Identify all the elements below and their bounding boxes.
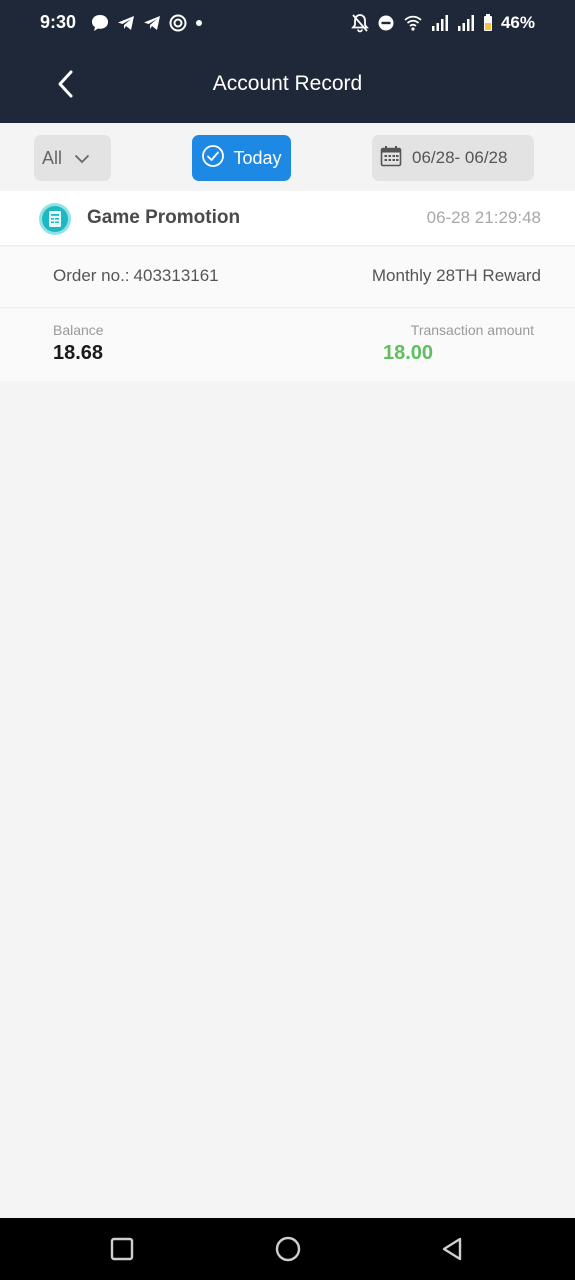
system-nav-bar [0, 1218, 575, 1280]
do-not-disturb-icon [377, 13, 395, 33]
chat-bubble-icon [90, 13, 110, 33]
status-bar: 9:30 46% [0, 0, 575, 48]
record-order-row: Order no.: 403313161 Monthly 28TH Reward [0, 247, 575, 308]
date-range-value: 06/28- 06/28 [412, 148, 508, 167]
transaction-amount-value: 18.00 [383, 342, 434, 364]
battery-percent: 46% [500, 13, 535, 32]
calendar-icon [380, 145, 402, 172]
record-amounts-row: Balance 18.68 Transaction amount 18.00 [0, 309, 575, 381]
page-title: Account Record [212, 72, 363, 95]
app-screen: 9:30 46% Account Record All Today 06/28-… [0, 0, 575, 1280]
promotion-receipt-icon [39, 203, 71, 240]
chevron-down-icon [74, 148, 90, 169]
type-filter-value: All [42, 147, 63, 168]
dot-icon [194, 13, 204, 33]
transaction-amount-label: Transaction amount [410, 322, 534, 338]
order-number-label: Order no.: [53, 266, 130, 285]
date-range-picker[interactable]: 06/28- 06/28 [372, 135, 534, 181]
record-datetime: 06-28 21:29:48 [426, 208, 541, 227]
filter-bar: All Today 06/28- 06/28 [0, 123, 575, 191]
order-description: Monthly 28TH Reward [371, 266, 541, 285]
wifi-icon [403, 13, 423, 33]
signal-icon [431, 13, 449, 33]
record-type: Game Promotion [87, 207, 241, 228]
record-card[interactable]: Game Promotion 06-28 21:29:48 Order no.:… [0, 191, 575, 381]
app-header: Account Record [0, 48, 575, 123]
status-time: 9:30 [40, 12, 77, 32]
balance-value: 18.68 [53, 342, 104, 364]
order-number: Order no.: 403313161 [53, 266, 219, 286]
signal-icon [457, 13, 475, 33]
home-circle-icon[interactable] [274, 1236, 302, 1267]
bell-off-icon [351, 13, 369, 33]
target-icon [168, 13, 188, 33]
system-icons: 46% [351, 13, 535, 33]
balance-label: Balance [53, 322, 104, 338]
record-header: Game Promotion 06-28 21:29:48 [0, 191, 575, 246]
top-bar: 9:30 46% Account Record [0, 0, 575, 123]
type-filter-dropdown[interactable]: All [34, 135, 111, 181]
today-filter-label: Today [233, 147, 282, 168]
today-filter-button[interactable]: Today [192, 135, 291, 181]
battery-icon [483, 13, 493, 33]
notification-icons [90, 13, 204, 33]
back-triangle-icon[interactable] [440, 1236, 464, 1267]
telegram-icon [142, 13, 162, 33]
telegram-icon [116, 13, 136, 33]
recents-square-icon[interactable] [110, 1236, 134, 1267]
check-circle-icon [201, 144, 225, 173]
order-number-value: 403313161 [133, 266, 219, 285]
